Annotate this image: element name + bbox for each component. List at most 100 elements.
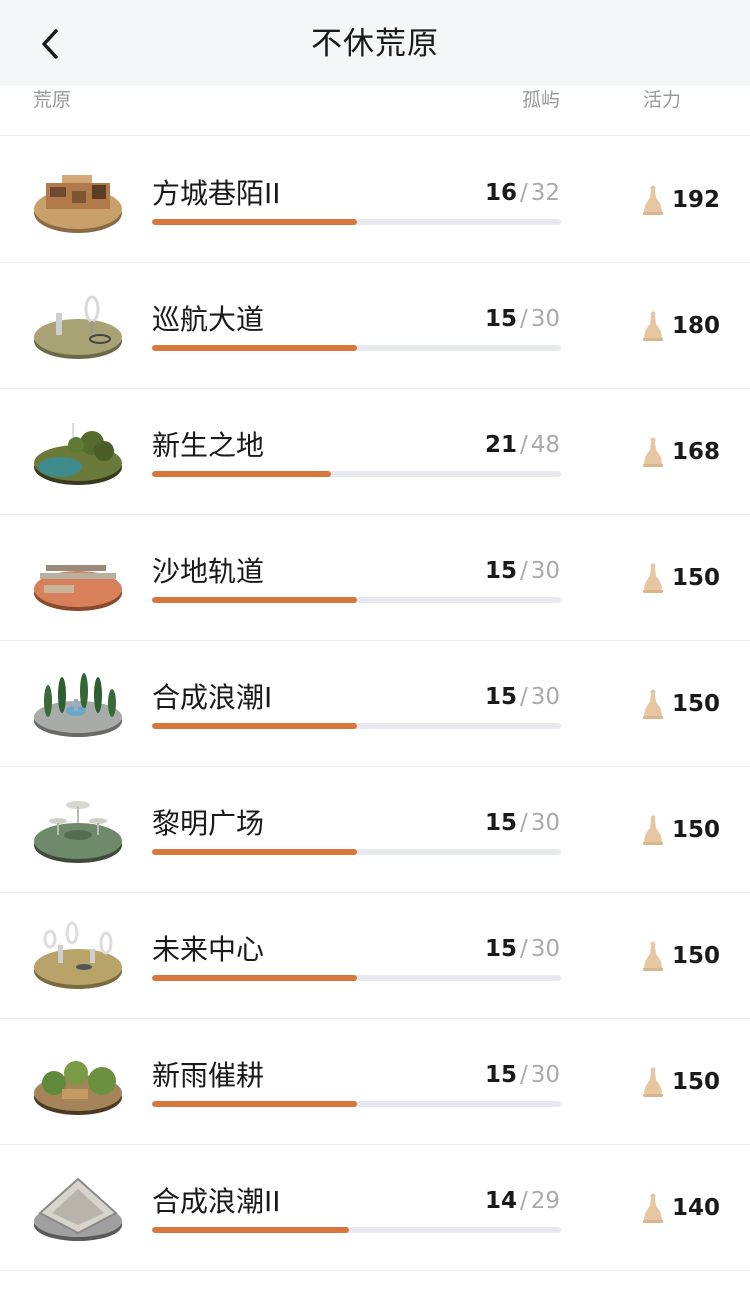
bell-icon — [643, 689, 663, 719]
progress-bar-fill — [152, 471, 331, 477]
wasteland-name: 方城巷陌II — [152, 177, 281, 210]
island-count-done: 21 — [484, 432, 517, 458]
wasteland-list: 方城巷陌II 16/32 192 巡航大道 15/30 180 新生之地 21 … — [0, 137, 750, 1271]
progress-bar — [152, 849, 561, 855]
wasteland-name: 新生之地 — [152, 429, 265, 462]
vitality-value: 150 — [672, 1069, 721, 1095]
island-count-separator: / — [519, 558, 528, 584]
wasteland-name: 黎明广场 — [152, 807, 265, 840]
progress-bar-fill — [152, 975, 357, 981]
vitality: 150 — [642, 939, 720, 973]
wasteland-name: 沙地轨道 — [152, 555, 265, 588]
wasteland-thumbnail — [32, 1169, 124, 1245]
column-header-name: 荒原 — [33, 89, 72, 111]
wasteland-thumbnail — [32, 413, 124, 489]
vitality-value: 180 — [672, 313, 721, 339]
bell-icon — [643, 311, 663, 341]
island-count: 15/30 — [485, 807, 560, 839]
bell-icon — [643, 437, 663, 467]
island-count-total: 48 — [530, 432, 560, 458]
vitality: 180 — [642, 309, 720, 343]
progress-bar-fill — [152, 1101, 357, 1107]
island-count: 21/48 — [485, 429, 560, 461]
progress-bar-fill — [152, 345, 357, 351]
wasteland-row[interactable]: 新雨催耕 15/30 150 — [0, 1019, 750, 1145]
wasteland-thumbnail — [32, 791, 124, 867]
progress-bar — [152, 471, 561, 477]
column-header-island: 孤屿 — [522, 89, 561, 111]
forest-lake-image — [34, 423, 122, 485]
wasteland-thumbnail — [32, 917, 124, 993]
island-count: 15/30 — [485, 555, 560, 587]
wasteland-name: 未来中心 — [152, 933, 265, 966]
island-count-separator: / — [519, 1188, 528, 1214]
island-count-separator: / — [519, 684, 528, 710]
island-count-done: 15 — [484, 684, 517, 710]
wasteland-row[interactable]: 未来中心 15/30 150 — [0, 893, 750, 1019]
city-block-image — [34, 175, 122, 233]
progress-bar — [152, 1227, 561, 1233]
wasteland-row[interactable]: 巡航大道 15/30 180 — [0, 263, 750, 389]
cypress-fountain-image — [34, 673, 122, 737]
wasteland-row[interactable]: 合成浪潮II 14/29 140 — [0, 1145, 750, 1271]
island-count-done: 14 — [484, 1188, 517, 1214]
island-count-separator: / — [519, 810, 528, 836]
mushroom-plaza-image — [34, 801, 122, 863]
progress-bar-fill — [152, 849, 357, 855]
bell-icon — [643, 815, 663, 845]
wasteland-thumbnail — [32, 161, 124, 237]
bell-icon — [643, 941, 663, 971]
island-count-done: 15 — [484, 558, 517, 584]
vitality: 192 — [642, 183, 720, 217]
vitality-value: 150 — [672, 691, 721, 717]
progress-bar — [152, 975, 561, 981]
island-count-total: 30 — [530, 306, 560, 332]
vitality: 150 — [642, 561, 720, 595]
vitality: 150 — [642, 813, 720, 847]
island-count: 15/30 — [485, 933, 560, 965]
progress-bar — [152, 219, 561, 225]
wasteland-name: 合成浪潮II — [152, 1185, 281, 1218]
island-count-separator: / — [519, 1062, 528, 1088]
vitality: 150 — [642, 1065, 720, 1099]
progress-bar-fill — [152, 723, 357, 729]
vitality-value: 150 — [672, 943, 721, 969]
island-count-done: 16 — [484, 180, 517, 206]
wasteland-thumbnail — [32, 1043, 124, 1119]
rings-image — [34, 295, 122, 359]
vitality-value: 168 — [672, 439, 721, 465]
island-count-total: 30 — [530, 684, 560, 710]
island-count: 15/30 — [485, 303, 560, 335]
farmland-image — [34, 1061, 122, 1115]
progress-bar — [152, 723, 561, 729]
island-count-done: 15 — [484, 306, 517, 332]
progress-bar-fill — [152, 1227, 350, 1233]
column-header: 荒原 孤屿 活力 — [0, 86, 750, 136]
nav-bar: 不休荒原 — [0, 0, 750, 90]
island-count: 15/30 — [485, 681, 560, 713]
island-count-total: 30 — [530, 558, 560, 584]
island-count: 15/30 — [485, 1059, 560, 1091]
island-count-total: 30 — [530, 936, 560, 962]
wasteland-row[interactable]: 合成浪潮I 15/30 150 — [0, 641, 750, 767]
bell-icon — [643, 1193, 663, 1223]
bell-icon — [643, 563, 663, 593]
vitality-value: 150 — [672, 817, 721, 843]
wasteland-row[interactable]: 沙地轨道 15/30 150 — [0, 515, 750, 641]
page-title: 不休荒原 — [311, 26, 439, 62]
vitality-value: 140 — [672, 1195, 721, 1221]
progress-bar-fill — [152, 597, 357, 603]
progress-bar — [152, 1101, 561, 1107]
wasteland-thumbnail — [32, 287, 124, 363]
wasteland-name: 合成浪潮I — [152, 681, 273, 714]
wasteland-row[interactable]: 黎明广场 15/30 150 — [0, 767, 750, 893]
wasteland-row[interactable]: 新生之地 21/48 168 — [0, 389, 750, 515]
wasteland-thumbnail — [32, 665, 124, 741]
island-count-total: 30 — [530, 810, 560, 836]
vitality: 150 — [642, 687, 720, 721]
island-count: 16/32 — [485, 177, 560, 209]
island-count-done: 15 — [484, 810, 517, 836]
wasteland-row[interactable]: 方城巷陌II 16/32 192 — [0, 137, 750, 263]
wasteland-name: 巡航大道 — [152, 303, 265, 336]
vitality-value: 192 — [672, 187, 721, 213]
